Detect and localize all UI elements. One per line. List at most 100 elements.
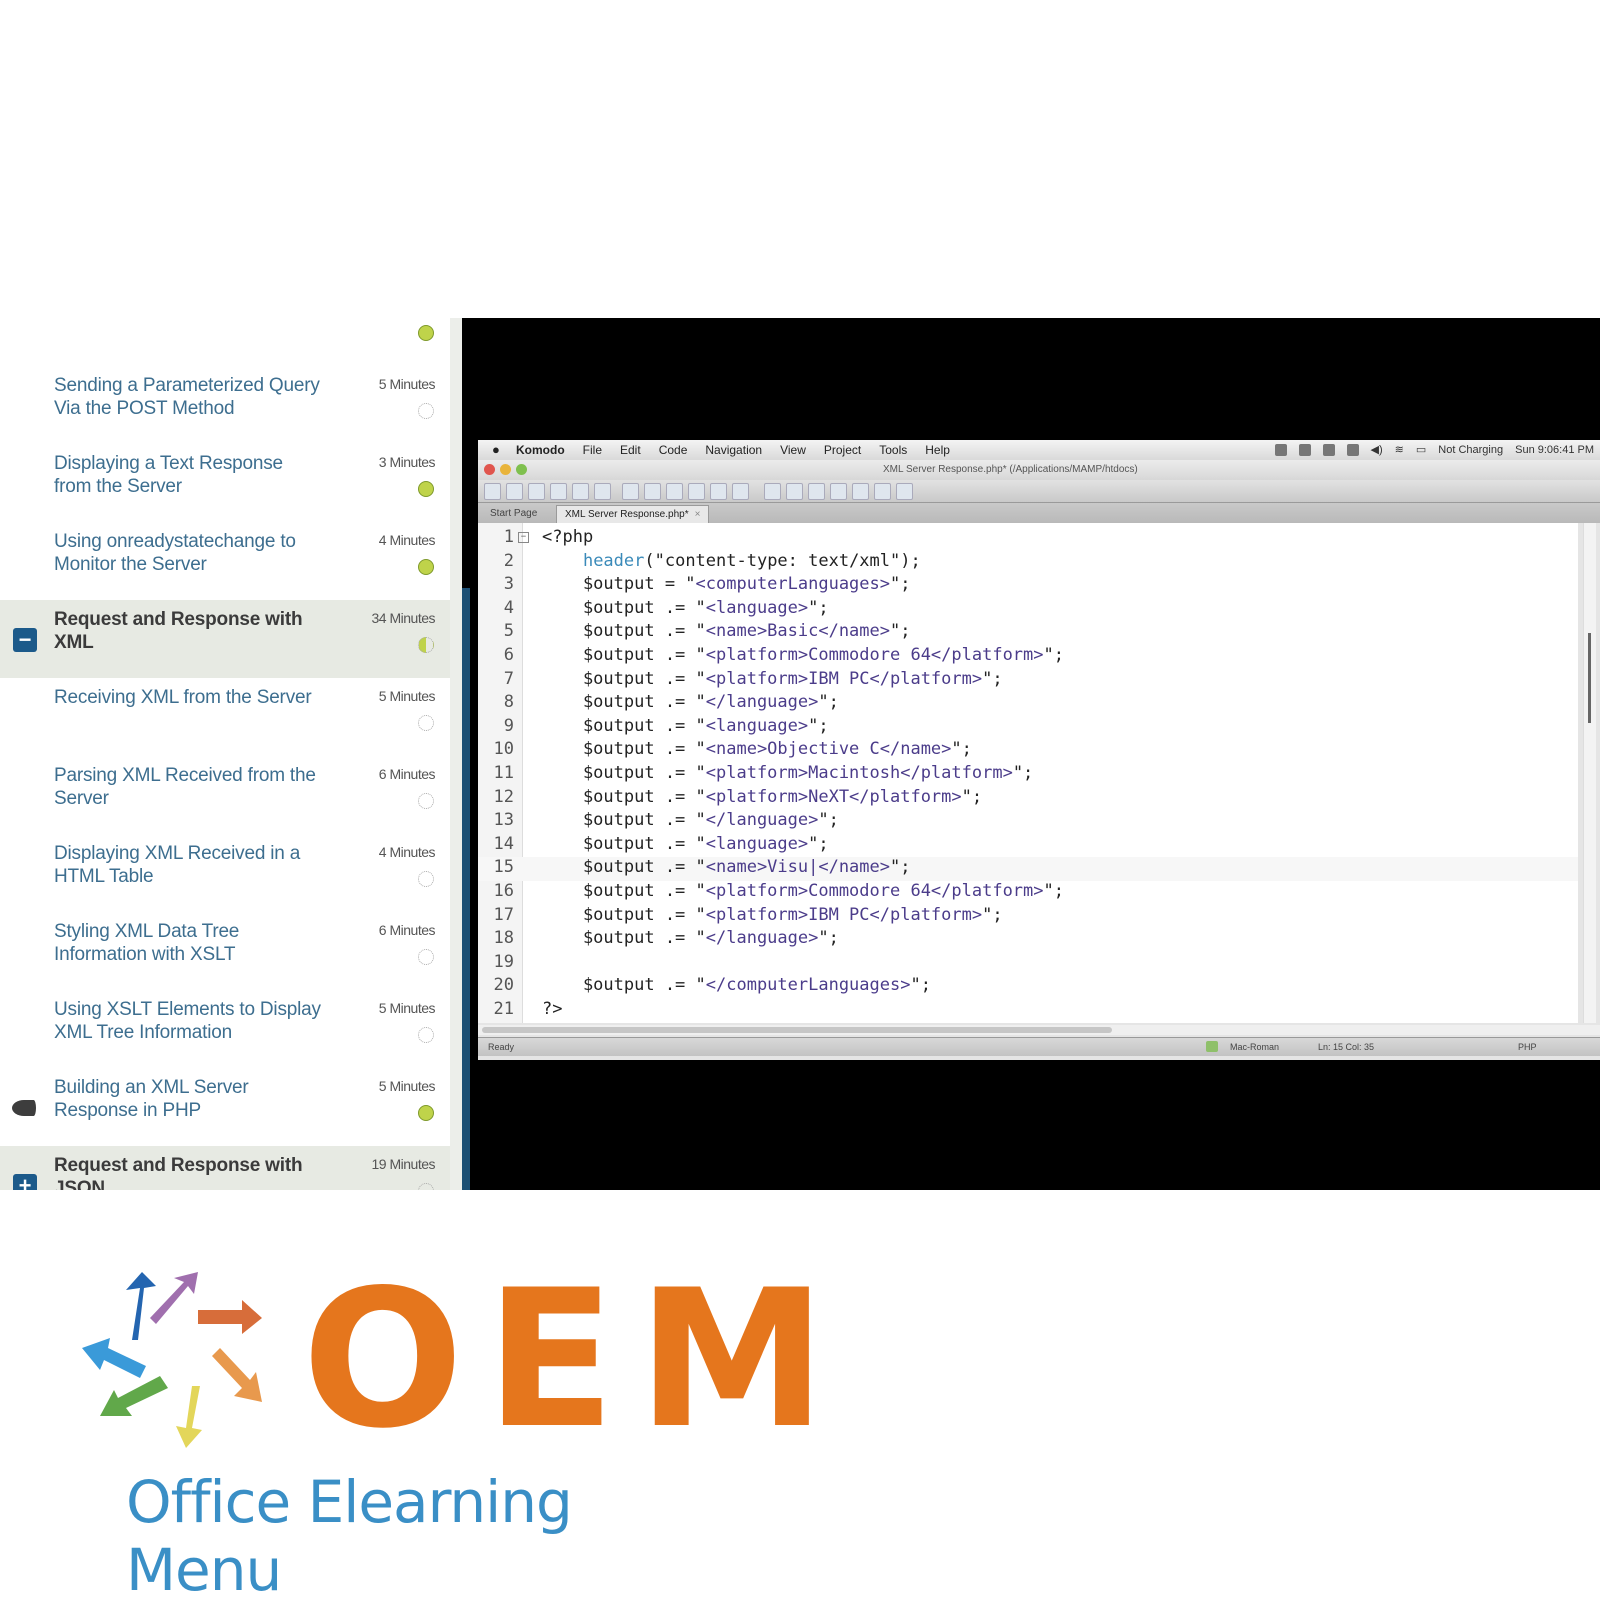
save-icon[interactable]: [572, 483, 589, 500]
lesson-item[interactable]: Parsing XML Received from the Server 6 Mi…: [0, 756, 450, 834]
lesson-item[interactable]: Query Via the GET Method: [0, 318, 450, 366]
close-tab-icon[interactable]: ×: [695, 509, 701, 520]
code-line[interactable]: 1− <?php: [478, 527, 1578, 551]
section-title[interactable]: Request and Response with XML: [54, 608, 324, 654]
debug-icon[interactable]: [732, 483, 749, 500]
run-icon[interactable]: [786, 483, 803, 500]
apple-icon[interactable]: ●: [492, 442, 500, 457]
lesson-item[interactable]: Displaying a Text Response from the Serv…: [0, 444, 450, 522]
section-title[interactable]: Request and Response with JSON: [54, 1154, 324, 1190]
menu-item-code[interactable]: Code: [659, 443, 688, 457]
lesson-item[interactable]: Styling XML Data Tree Information with X…: [0, 912, 450, 990]
tray-sync-icon[interactable]: [1298, 443, 1311, 456]
language-selector[interactable]: PHP: [1518, 1042, 1537, 1052]
zoom-window-button[interactable]: [516, 464, 527, 475]
code-line[interactable]: 7 $output .= "<platform>IBM PC</platform…: [478, 669, 1578, 693]
code-line[interactable]: 9 $output .= "<language>";: [478, 716, 1578, 740]
sidebar-scrollbar-track[interactable]: [450, 318, 462, 1190]
lesson-title[interactable]: Using onreadystatechange to Monitor the …: [54, 530, 324, 576]
lesson-item[interactable]: Displaying XML Received in a HTML Table 4…: [0, 834, 450, 912]
tab-start-page[interactable]: Start Page: [482, 505, 545, 523]
toggle-output-icon[interactable]: [874, 483, 891, 500]
browser-icon[interactable]: [764, 483, 781, 500]
menu-item-file[interactable]: File: [583, 443, 602, 457]
toggle-sidebar-icon[interactable]: [896, 483, 913, 500]
paste-icon[interactable]: [666, 483, 683, 500]
copy-icon[interactable]: [644, 483, 661, 500]
lesson-item[interactable]: Using onreadystatechange to Monitor the …: [0, 522, 450, 600]
lesson-title[interactable]: Displaying a Text Response from the Serv…: [54, 452, 324, 498]
expand-icon[interactable]: +: [13, 1174, 37, 1190]
menu-item-edit[interactable]: Edit: [620, 443, 641, 457]
section-header[interactable]: − Request and Response with XML 34 Minutes: [0, 600, 450, 678]
open-icon[interactable]: [550, 483, 567, 500]
code-line[interactable]: 6 $output .= "<platform>Commodore 64</pl…: [478, 645, 1578, 669]
save-all-icon[interactable]: [594, 483, 611, 500]
sidebar-splitter[interactable]: [462, 588, 470, 1190]
code-line[interactable]: 20 $output .= "</computerLanguages>";: [478, 975, 1578, 999]
tray-app-icon[interactable]: [1274, 443, 1287, 456]
lesson-item[interactable]: Using XSLT Elements to Display XML Tree …: [0, 990, 450, 1068]
step-icon[interactable]: [808, 483, 825, 500]
code-line[interactable]: 15 $output .= "<name>Visu|</name>";: [478, 857, 1578, 881]
code-line[interactable]: 16 $output .= "<platform>Commodore 64</p…: [478, 881, 1578, 905]
clock[interactable]: Sun 9:06:41 PM: [1515, 444, 1594, 456]
macro-icon[interactable]: [830, 483, 847, 500]
code-line[interactable]: 18 $output .= "</language>";: [478, 928, 1578, 952]
section-header[interactable]: + Request and Response with JSON 19 Minute…: [0, 1146, 450, 1190]
lesson-title[interactable]: Sending a Parameterized Query Via the PO…: [54, 374, 324, 420]
lesson-title[interactable]: Styling XML Data Tree Information with X…: [54, 920, 324, 966]
editor-horizontal-scrollbar[interactable]: [478, 1025, 1600, 1035]
collapse-icon[interactable]: −: [13, 628, 37, 652]
code-line[interactable]: 11 $output .= "<platform>Macintosh</plat…: [478, 763, 1578, 787]
tab-xml-server-response[interactable]: XML Server Response.php* ×: [556, 505, 710, 524]
code-line[interactable]: 10 $output .= "<name>Objective C</name>"…: [478, 739, 1578, 763]
lesson-item[interactable]: Sending a Parameterized Query Via the PO…: [0, 366, 450, 444]
forward-icon[interactable]: [506, 483, 523, 500]
code-line[interactable]: 2 header("content-type: text/xml");: [478, 551, 1578, 575]
code-editor[interactable]: 1− <?php 2 header("content-type: text/xml"…: [478, 523, 1596, 1023]
redo-icon[interactable]: [710, 483, 727, 500]
editor-vscroll-thumb[interactable]: [1588, 633, 1591, 723]
lesson-title[interactable]: Using XSLT Elements to Display XML Tree …: [54, 998, 324, 1044]
minimize-window-button[interactable]: [500, 464, 511, 475]
editor-hscroll-thumb[interactable]: [482, 1027, 1112, 1033]
lesson-title[interactable]: Receiving XML from the Server: [54, 686, 324, 709]
syntax-check-icon[interactable]: [1206, 1041, 1218, 1052]
code-line[interactable]: 5 $output .= "<name>Basic</name>";: [478, 621, 1578, 645]
code-line[interactable]: 21 ?>: [478, 999, 1578, 1023]
new-file-icon[interactable]: [528, 483, 545, 500]
code-line[interactable]: 12 $output .= "<platform>NeXT</platform>…: [478, 787, 1578, 811]
code-line[interactable]: 4 $output .= "<language>";: [478, 598, 1578, 622]
code-line[interactable]: 3 $output = "<computerLanguages>";: [478, 574, 1578, 598]
back-icon[interactable]: [484, 483, 501, 500]
lesson-title[interactable]: Displaying XML Received in a HTML Table: [54, 842, 324, 888]
code-line[interactable]: 8 $output .= "</language>";: [478, 692, 1578, 716]
tray-drive-icon[interactable]: [1322, 443, 1335, 456]
volume-icon[interactable]: ◀): [1371, 443, 1383, 456]
menu-item-view[interactable]: View: [780, 443, 806, 457]
code-line[interactable]: 14 $output .= "<language>";: [478, 834, 1578, 858]
lesson-title[interactable]: Parsing XML Received from the Server: [54, 764, 324, 810]
lesson-title[interactable]: Building an XML Server Response in PHP: [54, 1076, 324, 1122]
lesson-item[interactable]: Receiving XML from the Server 5 Minutes: [0, 678, 450, 756]
code-line[interactable]: 19: [478, 952, 1578, 976]
editor-vertical-scrollbar[interactable]: [1583, 523, 1596, 1023]
menu-item-tools[interactable]: Tools: [879, 443, 907, 457]
cut-icon[interactable]: [622, 483, 639, 500]
menu-item-navigation[interactable]: Navigation: [705, 443, 762, 457]
code-line[interactable]: 13 $output .= "</language>";: [478, 810, 1578, 834]
menu-item-project[interactable]: Project: [824, 443, 861, 457]
fold-toggle-icon[interactable]: −: [518, 532, 529, 543]
toggle-pane-icon[interactable]: [852, 483, 869, 500]
lesson-title[interactable]: Query Via the GET Method: [54, 318, 324, 319]
lesson-item[interactable]: Building an XML Server Response in PHP 5 …: [0, 1068, 450, 1146]
undo-icon[interactable]: [688, 483, 705, 500]
close-window-button[interactable]: [484, 464, 495, 475]
code-line[interactable]: 17 $output .= "<platform>IBM PC</platfor…: [478, 905, 1578, 929]
encoding-selector[interactable]: Mac-Roman: [1230, 1042, 1279, 1052]
wifi-icon[interactable]: ≋: [1395, 443, 1404, 456]
menu-item-help[interactable]: Help: [925, 443, 950, 457]
battery-icon[interactable]: ▭: [1416, 443, 1426, 456]
tray-display-icon[interactable]: [1346, 443, 1359, 456]
